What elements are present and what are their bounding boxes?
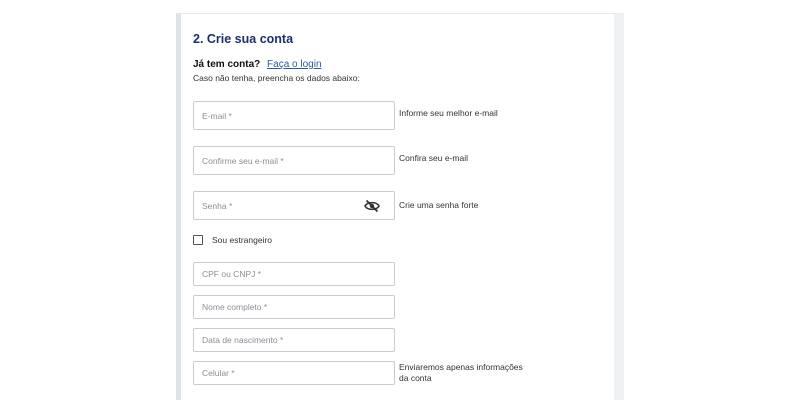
- foreigner-checkbox-row[interactable]: Sou estrangeiro: [193, 235, 272, 245]
- phone-note: Enviaremos apenas informações da conta: [399, 362, 523, 384]
- eye-slash-icon[interactable]: [364, 199, 380, 213]
- password-field-wrapper: [193, 191, 395, 220]
- email-field-wrapper: [193, 101, 395, 130]
- phone-note-line1: Enviaremos apenas informações: [399, 362, 523, 372]
- phone-field[interactable]: [194, 362, 394, 384]
- password-note: Crie uma senha forte: [399, 200, 479, 210]
- full-name-field-wrapper: [193, 295, 395, 319]
- cpf-field-wrapper: [193, 262, 395, 286]
- foreigner-label: Sou estrangeiro: [212, 235, 273, 245]
- confirm-email-note: Confira seu e-mail: [399, 153, 468, 163]
- login-link[interactable]: Faça o login: [267, 59, 321, 70]
- phone-note-line2: da conta: [399, 373, 432, 383]
- email-note: Informe seu melhor e-mail: [399, 108, 498, 118]
- form-hint: Caso não tenha, preencha os dados abaixo…: [193, 73, 360, 83]
- page: 2. Crie sua conta Já tem conta? Faça o l…: [0, 0, 800, 400]
- login-line: Já tem conta? Faça o login: [193, 59, 322, 70]
- foreigner-checkbox[interactable]: [193, 235, 203, 245]
- cpf-cnpj-field[interactable]: [194, 263, 394, 285]
- birth-date-field-wrapper: [193, 328, 395, 352]
- section-title: 2. Crie sua conta: [193, 32, 294, 46]
- confirm-email-field[interactable]: [194, 147, 394, 174]
- birth-date-field[interactable]: [194, 329, 394, 351]
- full-name-field[interactable]: [194, 296, 394, 318]
- phone-field-wrapper: [193, 361, 395, 385]
- email-field[interactable]: [194, 102, 394, 129]
- confirm-email-field-wrapper: [193, 146, 395, 175]
- login-prompt: Já tem conta?: [193, 59, 261, 70]
